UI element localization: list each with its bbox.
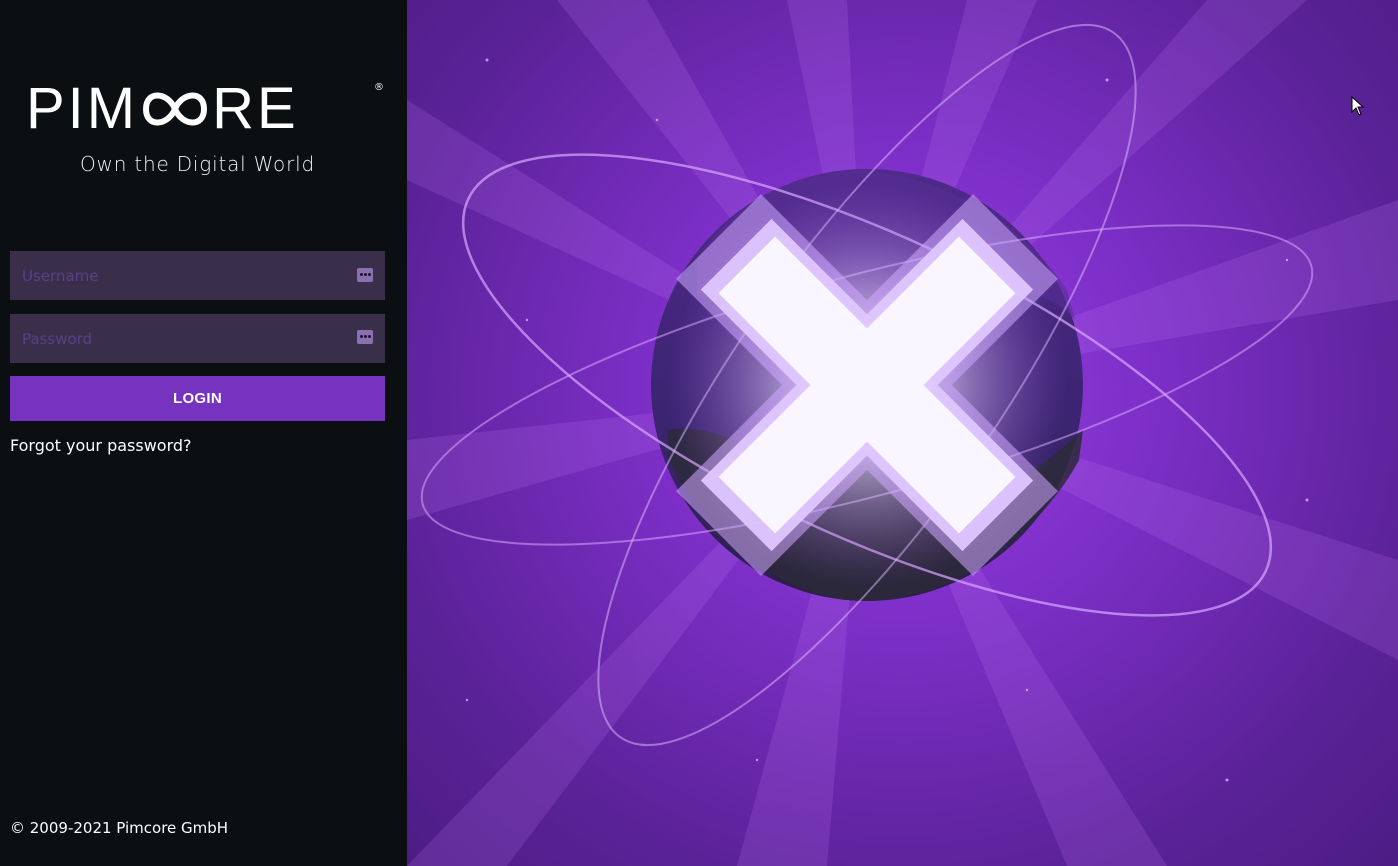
pimcore-logo: PIM RE ® <box>26 78 386 140</box>
password-manager-key-icon[interactable] <box>357 330 373 344</box>
copyright-text: © 2009-2021 Pimcore GmbH <box>10 819 229 837</box>
logo-infinity-icon <box>138 78 212 152</box>
login-panel: PIMRE ® Own the Digital World LOGIN Forg… <box>0 0 407 866</box>
logo-wordmark: PIM RE <box>26 78 386 152</box>
x-planet-illustration <box>407 0 1398 866</box>
hero-illustration <box>407 0 1398 866</box>
password-manager-key-icon[interactable] <box>357 268 373 282</box>
forgot-password-link[interactable]: Forgot your password? <box>10 436 192 455</box>
password-input[interactable] <box>10 314 385 363</box>
registered-mark: ® <box>374 82 384 93</box>
login-page: PIMRE ® Own the Digital World LOGIN Forg… <box>0 0 1398 866</box>
tagline: Own the Digital World <box>80 152 315 176</box>
login-button[interactable]: LOGIN <box>10 376 385 421</box>
mouse-cursor-icon <box>1351 96 1365 116</box>
username-input[interactable] <box>10 251 385 300</box>
